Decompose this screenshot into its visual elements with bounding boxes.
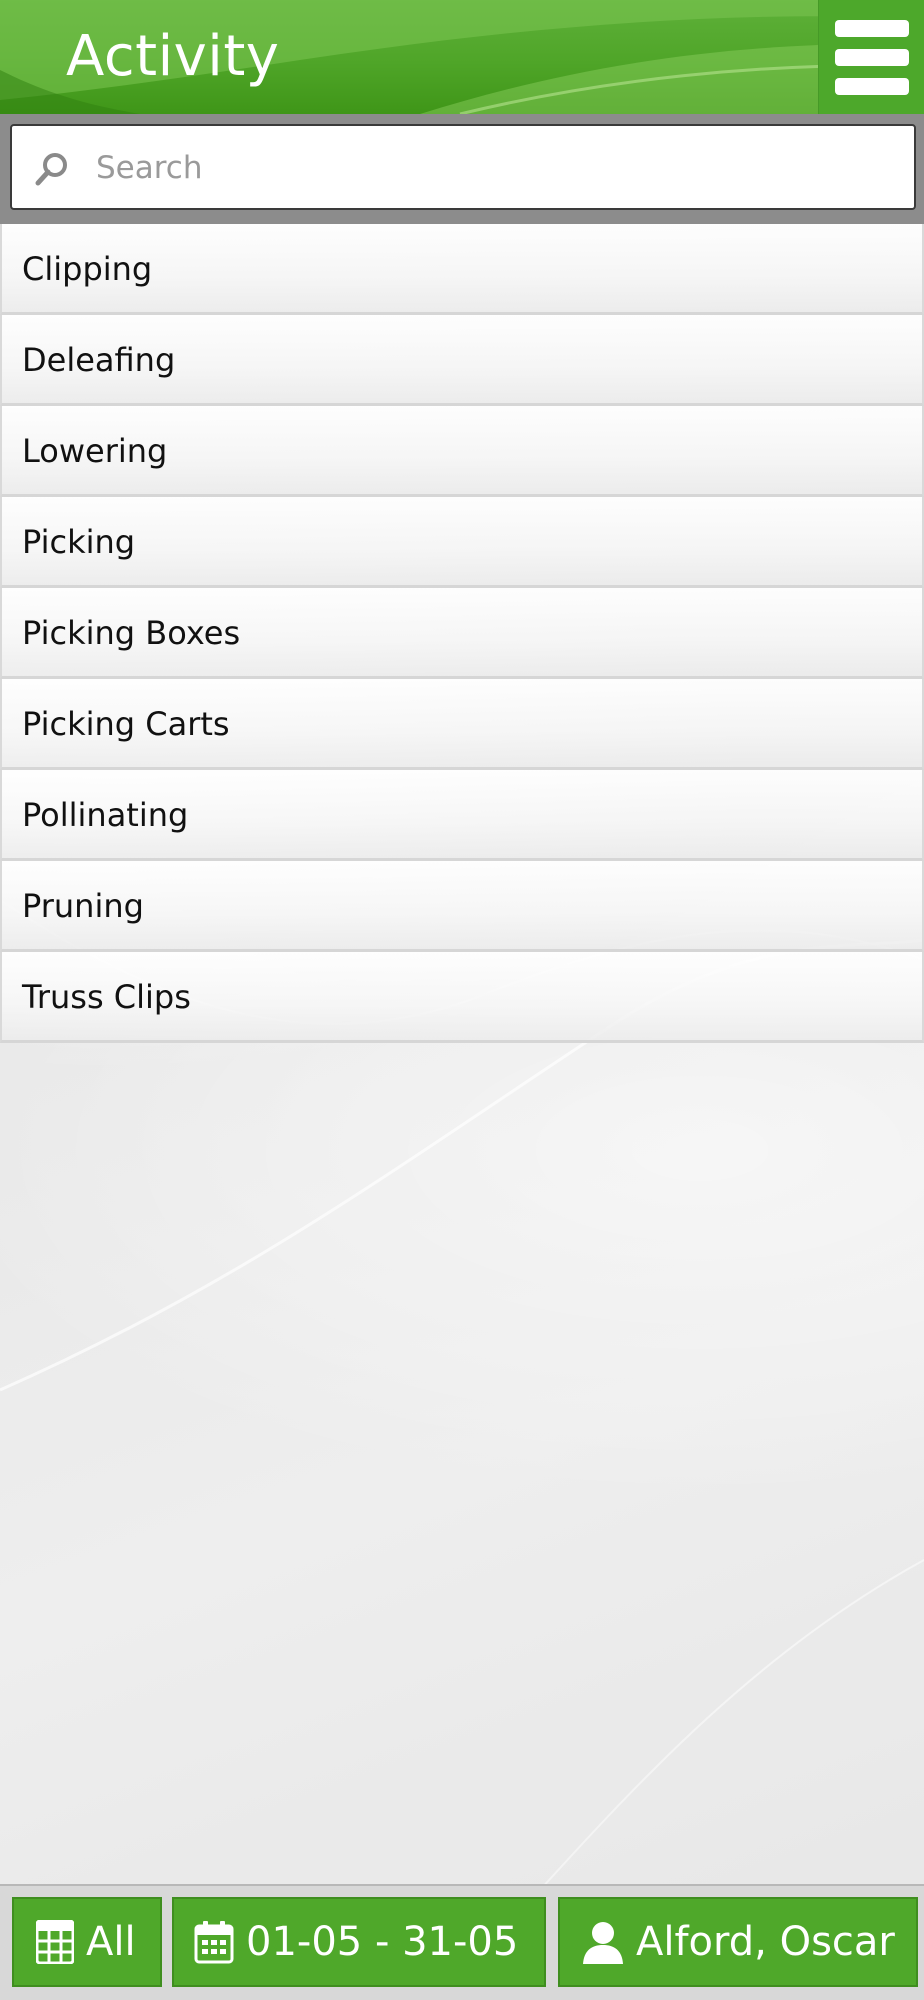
- list-item-picking[interactable]: Picking: [0, 497, 924, 588]
- list-item-picking-boxes[interactable]: Picking Boxes: [0, 588, 924, 679]
- filter-all-button[interactable]: All: [12, 1897, 162, 1987]
- search-field[interactable]: [10, 124, 916, 210]
- hamburger-menu-icon: [834, 19, 909, 37]
- list-item-label: Clipping: [22, 250, 153, 288]
- user-button[interactable]: Alford, Oscar: [558, 1897, 918, 1987]
- hamburger-menu-icon-bar: [834, 77, 909, 95]
- search-input[interactable]: [96, 140, 896, 196]
- date-range-label: 01-05 - 31-05: [246, 1919, 519, 1965]
- list-item-pruning[interactable]: Pruning: [0, 861, 924, 952]
- hamburger-menu-icon-bar: [834, 48, 909, 66]
- list-item-clipping[interactable]: Clipping: [0, 224, 924, 315]
- list-item-deleafing[interactable]: Deleafing: [0, 315, 924, 406]
- date-range-button[interactable]: 01-05 - 31-05: [172, 1897, 546, 1987]
- list-item-truss-clips[interactable]: Truss Clips: [0, 952, 924, 1043]
- filter-all-label: All: [86, 1919, 136, 1965]
- footer-toolbar: All 01-05 - 31-05 Alford, Oscar: [0, 1884, 924, 2000]
- user-icon: [583, 1922, 623, 1964]
- list-item-picking-carts[interactable]: Picking Carts: [0, 679, 924, 770]
- search-icon: [35, 153, 67, 186]
- list-item-label: Lowering: [22, 432, 168, 470]
- list-item-label: Picking Boxes: [22, 614, 241, 652]
- app-header: Activity: [0, 0, 924, 114]
- list-item-pollinating[interactable]: Pollinating: [0, 770, 924, 861]
- list-item-label: Pollinating: [22, 796, 189, 834]
- grid-icon: [36, 1920, 74, 1964]
- list-item-label: Picking Carts: [22, 705, 230, 743]
- page-title: Activity: [66, 24, 280, 89]
- list-item-lowering[interactable]: Lowering: [0, 406, 924, 497]
- list-item-label: Picking: [22, 523, 136, 561]
- search-bar: [0, 114, 924, 224]
- activity-list: Clipping Deleafing Lowering Picking Pick…: [0, 224, 924, 1043]
- calendar-icon: [194, 1921, 234, 1964]
- list-item-label: Deleafing: [22, 341, 176, 379]
- user-label: Alford, Oscar: [636, 1919, 895, 1965]
- list-item-label: Truss Clips: [22, 978, 191, 1016]
- menu-button[interactable]: [818, 0, 924, 114]
- list-item-label: Pruning: [22, 887, 144, 925]
